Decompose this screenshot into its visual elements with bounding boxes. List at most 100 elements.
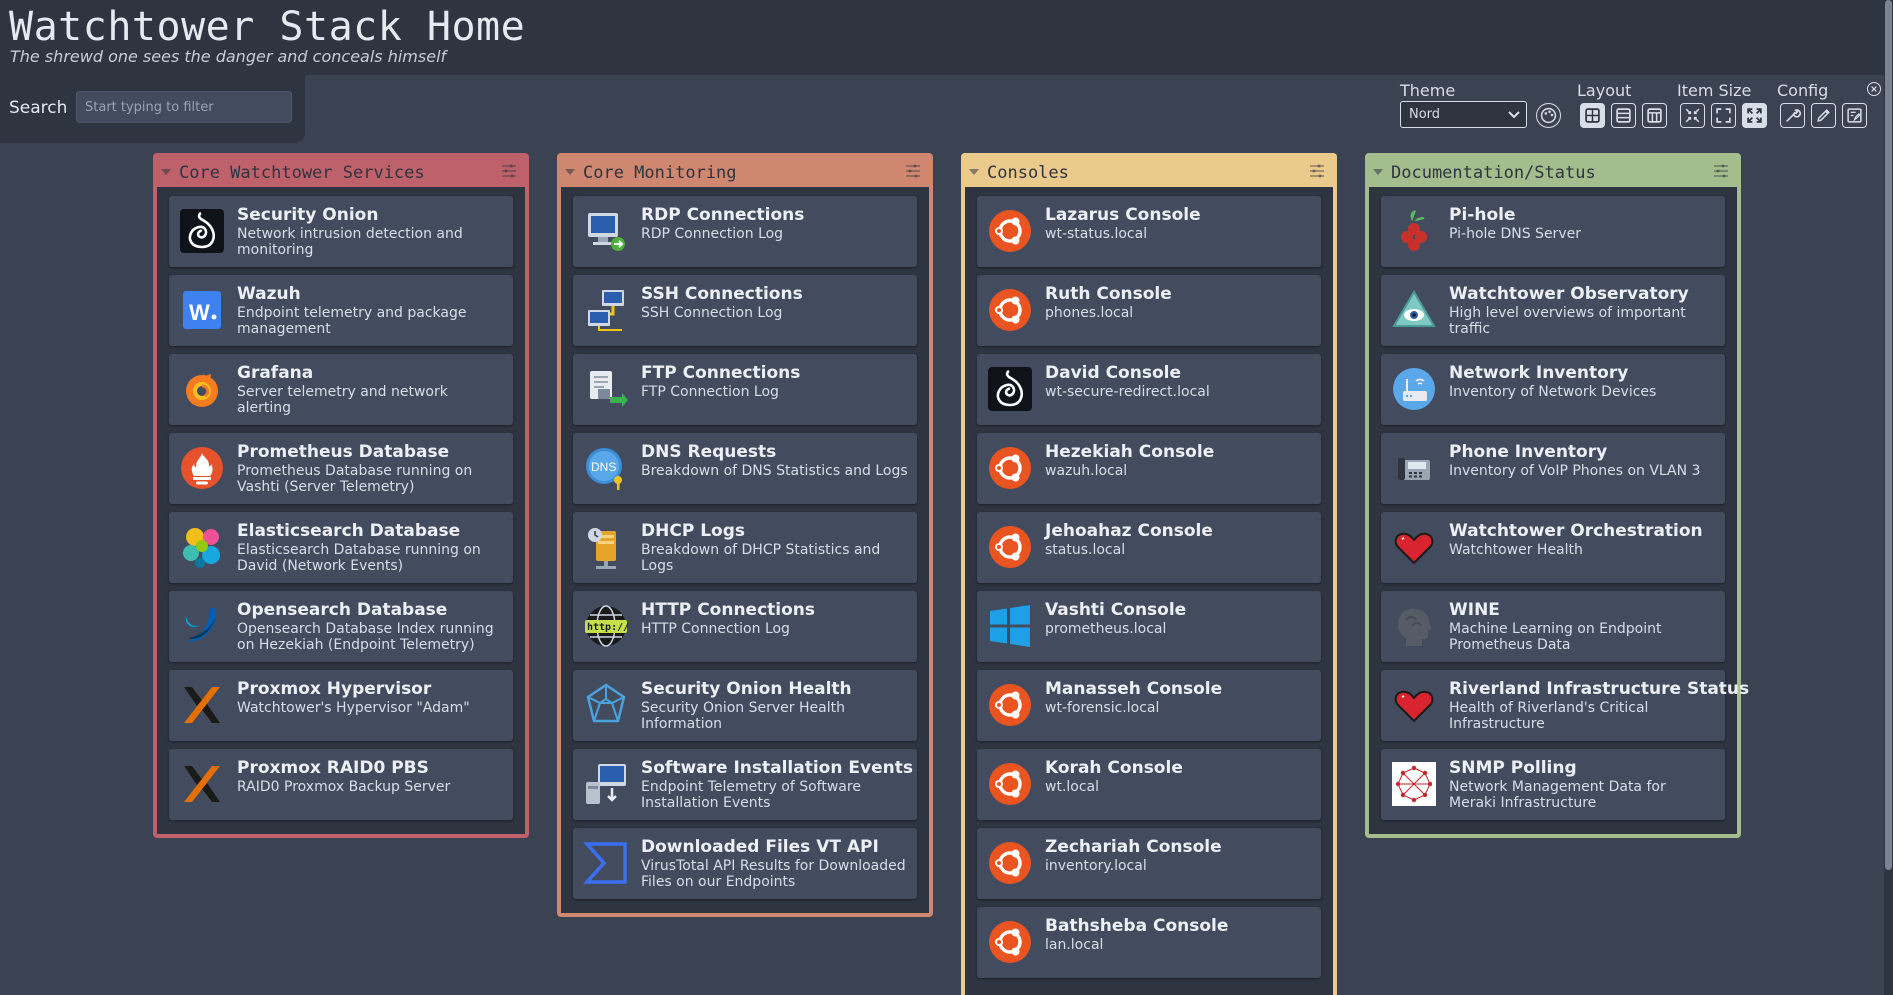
collapse-caret-icon[interactable]	[969, 169, 979, 175]
collapse-caret-icon[interactable]	[161, 169, 171, 175]
section-options-icon[interactable]	[501, 164, 517, 178]
section-header[interactable]: Consoles	[965, 157, 1333, 187]
item-name: Prometheus Database	[237, 442, 450, 462]
item-name: Jehoahaz Console	[1045, 521, 1213, 541]
item-prometheus-database[interactable]: Prometheus Database Prometheus Database …	[169, 433, 513, 504]
page-scrollbar[interactable]	[1884, 0, 1893, 995]
item-name: HTTP Connections	[641, 600, 816, 620]
collapse-caret-icon[interactable]	[565, 169, 575, 175]
item-elasticsearch-database[interactable]: Elasticsearch Database Elasticsearch Dat…	[169, 512, 513, 583]
item-size-large-button[interactable]	[1742, 103, 1767, 128]
item-vashti-console[interactable]: Vashti Console prometheus.local	[977, 591, 1321, 662]
item-proxmox-raid0-pbs[interactable]: Proxmox RAID0 PBS RAID0 Proxmox Backup S…	[169, 749, 513, 820]
item-pi-hole[interactable]: Pi-hole Pi-hole DNS Server	[1381, 196, 1725, 267]
item-security-onion-health[interactable]: Security Onion Health Security Onion Ser…	[573, 670, 917, 741]
item-name: SNMP Polling	[1449, 758, 1577, 778]
config-editor-button[interactable]	[1842, 103, 1867, 128]
item-ruth-console[interactable]: Ruth Console phones.local	[977, 275, 1321, 346]
theme-select[interactable]: Nord	[1400, 101, 1527, 128]
item-description: inventory.local	[1045, 858, 1147, 874]
search-input[interactable]	[76, 91, 292, 123]
section-header[interactable]: Core Watchtower Services	[157, 157, 525, 187]
virustotal-icon	[582, 839, 630, 887]
wazuh-icon: W	[178, 286, 226, 334]
item-security-onion[interactable]: Security Onion Network intrusion detecti…	[169, 196, 513, 267]
item-description: wazuh.local	[1045, 463, 1128, 479]
item-dns-requests[interactable]: DNS DNS Requests Breakdown of DNS Statis…	[573, 433, 917, 504]
config-label: Config	[1777, 81, 1829, 100]
item-ssh-connections[interactable]: SSH Connections SSH Connection Log	[573, 275, 917, 346]
item-name: Elasticsearch Database	[237, 521, 461, 541]
brain-head-icon	[1390, 602, 1438, 650]
collapse-caret-icon[interactable]	[1373, 169, 1383, 175]
grid-layout-icon	[1585, 108, 1600, 123]
item-jehoahaz-console[interactable]: Jehoahaz Console status.local	[977, 512, 1321, 583]
proxmox-icon	[178, 681, 226, 729]
item-description: Prometheus Database running on Vashti (S…	[237, 463, 473, 495]
item-riverland-infrastructure-status[interactable]: Riverland Infrastructure Status Health o…	[1381, 670, 1749, 741]
item-manasseh-console[interactable]: Manasseh Console wt-forensic.local	[977, 670, 1321, 741]
list-layout-icon	[1616, 108, 1631, 123]
config-edit-button[interactable]	[1811, 103, 1836, 128]
item-wazuh[interactable]: W Wazuh Endpoint telemetry and package m…	[169, 275, 513, 346]
security-onion-icon	[986, 365, 1034, 413]
dhcp-icon	[582, 523, 630, 571]
layout-columns-button[interactable]	[1642, 103, 1667, 128]
item-http-connections[interactable]: http:// HTTP Connections HTTP Connection…	[573, 591, 917, 662]
item-name: SSH Connections	[641, 284, 803, 304]
item-david-console[interactable]: David Console wt-secure-redirect.local	[977, 354, 1321, 425]
ubuntu-icon	[986, 207, 1034, 255]
item-wine[interactable]: WINE Machine Learning on Endpoint Promet…	[1381, 591, 1725, 662]
close-settings-button[interactable]	[1867, 82, 1881, 96]
item-description: HTTP Connection Log	[641, 621, 790, 637]
item-software-installation-events[interactable]: Software Installation Events Endpoint Te…	[573, 749, 917, 820]
item-lazarus-console[interactable]: Lazarus Console wt-status.local	[977, 196, 1321, 267]
item-proxmox-hypervisor[interactable]: Proxmox Hypervisor Watchtower's Hypervis…	[169, 670, 513, 741]
item-name: David Console	[1045, 363, 1181, 383]
item-phone-inventory[interactable]: Phone Inventory Inventory of VoIP Phones…	[1381, 433, 1725, 504]
item-name: Pi-hole	[1449, 205, 1516, 225]
item-network-inventory[interactable]: Network Inventory Inventory of Network D…	[1381, 354, 1725, 425]
item-ftp-connections[interactable]: FTP Connections FTP Connection Log	[573, 354, 917, 425]
scrollbar-thumb[interactable]	[1885, 0, 1892, 870]
svg-text:W: W	[189, 300, 210, 325]
item-korah-console[interactable]: Korah Console wt.local	[977, 749, 1321, 820]
section-header[interactable]: Core Monitoring	[561, 157, 929, 187]
item-description: Breakdown of DHCP Statistics and Logs	[641, 542, 881, 574]
item-name: Ruth Console	[1045, 284, 1172, 304]
item-name: Grafana	[237, 363, 314, 383]
item-size-medium-button[interactable]	[1711, 103, 1736, 128]
opensearch-icon	[178, 602, 226, 650]
section-options-icon[interactable]	[1713, 164, 1729, 178]
item-dhcp-logs[interactable]: DHCP Logs Breakdown of DHCP Statistics a…	[573, 512, 917, 583]
config-tools-button[interactable]	[1780, 103, 1805, 128]
section-header[interactable]: Documentation/Status	[1369, 157, 1737, 187]
ubuntu-icon	[986, 839, 1034, 887]
item-rdp-connections[interactable]: RDP Connections RDP Connection Log	[573, 196, 917, 267]
section-title: Documentation/Status	[1391, 163, 1596, 183]
item-bathsheba-console[interactable]: Bathsheba Console lan.local	[977, 907, 1321, 978]
item-opensearch-database[interactable]: Opensearch Database Opensearch Database …	[169, 591, 513, 662]
pencil-icon	[1817, 109, 1830, 122]
item-downloaded-files-vt-api[interactable]: Downloaded Files VT API VirusTotal API R…	[573, 828, 917, 899]
item-watchtower-orchestration[interactable]: Watchtower Orchestration Watchtower Heal…	[1381, 512, 1725, 583]
section-options-icon[interactable]	[1309, 164, 1325, 178]
item-name: Proxmox RAID0 PBS	[237, 758, 429, 778]
item-description: Opensearch Database Index running on Hez…	[237, 621, 494, 653]
layout-grid-button[interactable]	[1580, 103, 1605, 128]
item-size-small-button[interactable]	[1680, 103, 1705, 128]
section-options-icon[interactable]	[905, 164, 921, 178]
item-description: status.local	[1045, 542, 1126, 558]
item-hezekiah-console[interactable]: Hezekiah Console wazuh.local	[977, 433, 1321, 504]
item-grafana[interactable]: Grafana Server telemetry and network ale…	[169, 354, 513, 425]
theme-palette-button[interactable]	[1536, 103, 1561, 128]
item-zechariah-console[interactable]: Zechariah Console inventory.local	[977, 828, 1321, 899]
item-description: FTP Connection Log	[641, 384, 779, 400]
item-name: WINE	[1449, 600, 1500, 620]
item-description: Pi-hole DNS Server	[1449, 226, 1581, 242]
layout-list-button[interactable]	[1611, 103, 1636, 128]
windows-icon	[986, 602, 1034, 650]
ubuntu-icon	[986, 444, 1034, 492]
item-snmp-polling[interactable]: SNMP Polling Network Management Data for…	[1381, 749, 1725, 820]
item-watchtower-observatory[interactable]: Watchtower Observatory High level overvi…	[1381, 275, 1725, 346]
